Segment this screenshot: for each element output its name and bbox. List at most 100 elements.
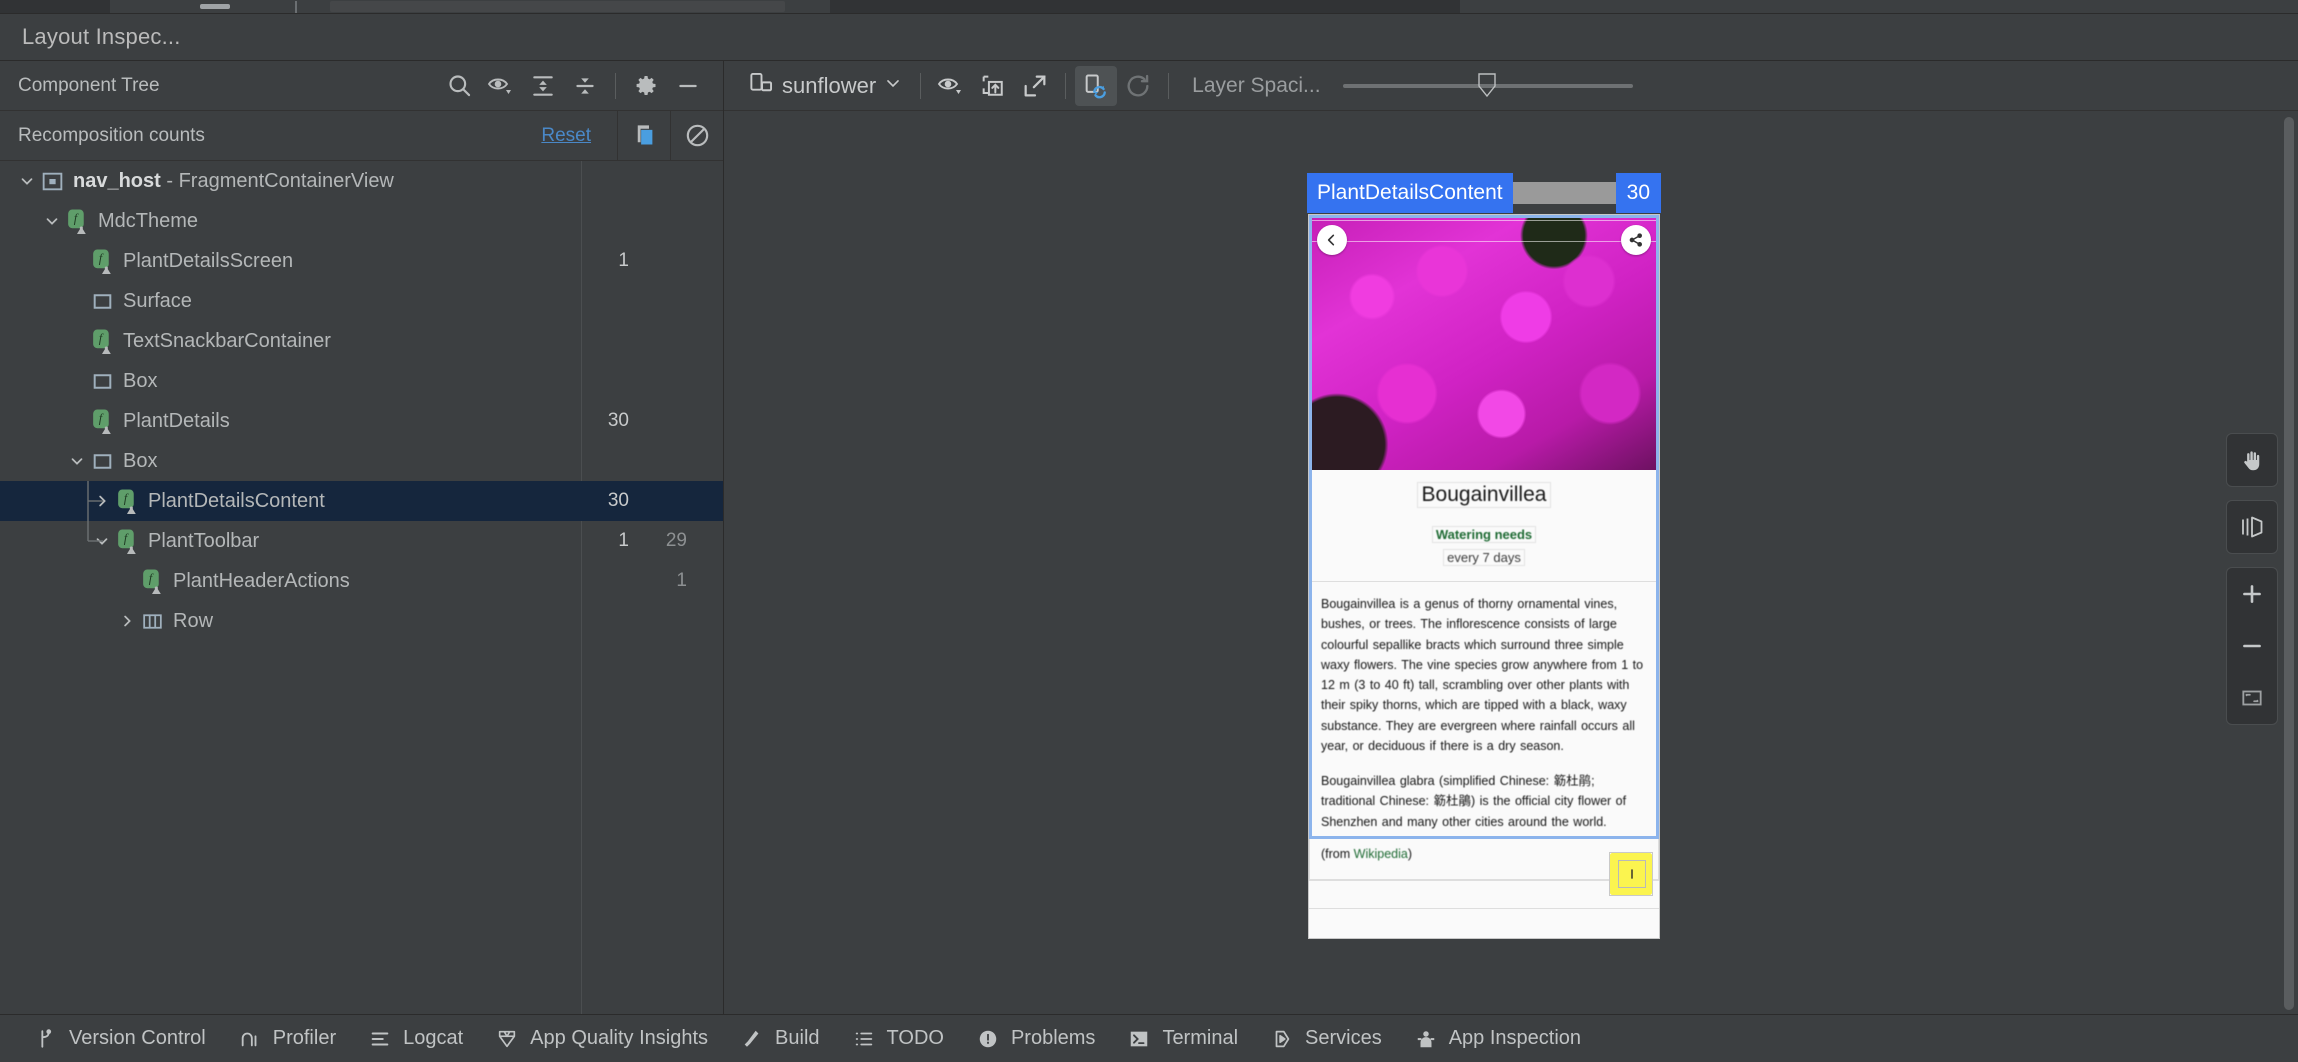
device-frame: Bougainvillea Watering needs every 7 day…: [1309, 215, 1659, 896]
watering-needs-value: every 7 days: [1443, 549, 1525, 566]
logcat-icon: [368, 1028, 392, 1050]
skipped-count: 1: [676, 570, 687, 591]
tree-node-label: Surface: [123, 289, 192, 312]
status-label: Terminal: [1162, 1027, 1239, 1049]
main-body: Component Tree Recomposition counts Rese…: [0, 61, 2298, 1014]
watering-needs-label: Watering needs: [1431, 526, 1537, 543]
expand-all-icon[interactable]: [522, 66, 564, 106]
chevron-down-icon[interactable]: [14, 168, 40, 194]
skipped-count: [639, 201, 705, 241]
open-external-icon[interactable]: [1014, 66, 1056, 106]
tree-row-plantdetails[interactable]: f PlantDetails 30: [0, 401, 723, 441]
tree-row-row[interactable]: Row: [0, 601, 723, 641]
toolbar-search-field[interactable]: [330, 1, 785, 12]
live-updates-icon[interactable]: [1075, 65, 1118, 106]
status-item-problems[interactable]: Problems: [966, 1023, 1117, 1054]
source-suffix: ): [1407, 846, 1412, 861]
tree-node-label: PlantDetailsScreen: [123, 249, 294, 272]
fab-bounds: [1609, 851, 1653, 896]
status-label: App Inspection: [1448, 1027, 1582, 1049]
fit-to-screen-icon[interactable]: [2227, 672, 2277, 724]
chevron-down-icon[interactable]: [39, 208, 65, 234]
skipped-count: [639, 441, 705, 481]
tree-row-box[interactable]: Box: [0, 361, 723, 401]
gear-settings-icon[interactable]: [625, 66, 667, 106]
refresh-icon[interactable]: [1117, 66, 1159, 106]
status-item-todo[interactable]: TODO: [842, 1023, 966, 1054]
status-item-services[interactable]: Services: [1260, 1023, 1404, 1054]
slider-thumb[interactable]: [1476, 72, 1498, 97]
no-entry-icon[interactable]: [671, 111, 723, 160]
skipped-count: [639, 481, 705, 521]
status-item-app-quality-insights[interactable]: App Quality Insights: [485, 1023, 730, 1054]
tree-node-label: TextSnackbarContainer: [123, 329, 331, 352]
zoom-out-icon[interactable]: [2227, 620, 2277, 672]
tree-node-label: PlantHeaderActions: [173, 569, 350, 592]
skipped-count: [639, 601, 705, 641]
back-arrow-icon[interactable]: [1317, 225, 1347, 255]
component-tree[interactable]: nav_host - FragmentContainerView f MdcThem…: [0, 161, 723, 1014]
process-selector[interactable]: sunflower: [740, 66, 911, 106]
recomposition-count: [581, 281, 639, 321]
recomposition-count: [581, 321, 639, 361]
wikipedia-link[interactable]: Wikipedia: [1354, 847, 1408, 861]
share-icon[interactable]: [1621, 225, 1651, 255]
layer-spacing-label: Layer Spaci...: [1192, 73, 1321, 97]
pan-hand-icon[interactable]: [2227, 434, 2277, 486]
terminal-icon: [1127, 1028, 1151, 1050]
eye-visibility-icon[interactable]: [480, 66, 522, 106]
recomposition-count: 30: [607, 410, 629, 431]
plant-hero-image: [1309, 215, 1659, 470]
tree-row-planttoolbar[interactable]: f PlantToolbar 1 29: [0, 521, 723, 561]
skipped-count: [639, 161, 705, 201]
list-icon: [852, 1028, 876, 1050]
tree-row-box[interactable]: Box: [0, 441, 723, 481]
status-bar: Version Control Profiler Logcat App Qual…: [0, 1014, 2298, 1062]
box-icon: [90, 449, 115, 474]
tree-row-textsnackbarcontainer[interactable]: f TextSnackbarContainer: [0, 321, 723, 361]
pan-tool-group: [2226, 433, 2278, 487]
tree-row-plantdetailscontent[interactable]: f PlantDetailsContent 30: [0, 481, 723, 521]
profiler-icon: [238, 1028, 262, 1050]
status-item-terminal[interactable]: Terminal: [1117, 1023, 1260, 1054]
chevron-right-icon[interactable]: [114, 608, 140, 634]
recomposition-count: [581, 201, 639, 241]
recomposition-label: Recomposition counts: [18, 124, 205, 146]
collapse-all-icon[interactable]: [564, 66, 606, 106]
eye-visibility-icon[interactable]: [930, 66, 972, 106]
recomposition-count: [581, 601, 639, 641]
layer-spacing-slider[interactable]: [1342, 66, 1633, 106]
plant-details-content: Bougainvillea Watering needs every 7 day…: [1309, 470, 1659, 880]
status-label: Build: [775, 1027, 820, 1049]
status-item-build[interactable]: Build: [730, 1023, 841, 1054]
tree-row-nav_host[interactable]: nav_host - FragmentContainerView: [0, 161, 723, 201]
rotate-3d-icon[interactable]: [2227, 501, 2277, 553]
zoom-in-icon[interactable]: [2227, 568, 2277, 620]
tree-row-surface[interactable]: Surface: [0, 281, 723, 321]
composable-icon: f: [115, 488, 140, 515]
render-canvas[interactable]: PlantDetailsContent 30 Bougainvillea Wat…: [724, 111, 2298, 1014]
tree-row-plantdetailsscreen[interactable]: f PlantDetailsScreen 1: [0, 241, 723, 281]
scrollbar-thumb[interactable]: [2284, 117, 2294, 1010]
device-preview[interactable]: PlantDetailsContent 30 Bougainvillea Wat…: [1307, 173, 1661, 938]
reset-link[interactable]: Reset: [541, 125, 617, 147]
chevron-down-icon[interactable]: [64, 448, 90, 474]
recomposition-count: [581, 161, 639, 201]
chevron-down-icon: [883, 73, 903, 98]
status-item-profiler[interactable]: Profiler: [228, 1023, 358, 1054]
tree-row-plantheaderactions[interactable]: f PlantHeaderActions 1: [0, 561, 723, 601]
chevron-down-icon[interactable]: [89, 528, 115, 554]
status-item-logcat[interactable]: Logcat: [358, 1023, 485, 1054]
render-scrollbar[interactable]: [2283, 117, 2295, 1010]
copy-counts-icon[interactable]: [618, 111, 670, 160]
overlay-image-icon[interactable]: [972, 66, 1014, 106]
status-item-app-inspection[interactable]: App Inspection: [1404, 1023, 1603, 1054]
tree-row-mdctheme[interactable]: f MdcTheme: [0, 201, 723, 241]
rotate-tool-group: [2226, 500, 2278, 554]
minimize-icon[interactable]: [667, 66, 709, 106]
hammer-icon: [740, 1028, 764, 1050]
status-item-version-control[interactable]: Version Control: [24, 1023, 228, 1054]
tree-node-label: Row: [173, 609, 214, 632]
chevron-right-icon[interactable]: [89, 488, 115, 514]
search-icon[interactable]: [438, 66, 480, 106]
